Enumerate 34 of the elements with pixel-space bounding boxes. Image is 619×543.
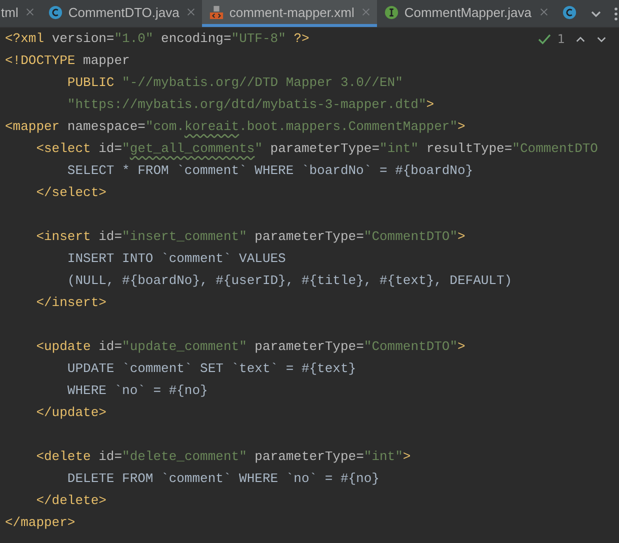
code-line: </select> xyxy=(35,185,106,200)
code-line: <!DOCTYPE mapper xyxy=(5,53,130,68)
code-line: DELETE FROM `comment` WHERE `no` = #{no} xyxy=(66,471,380,486)
code-line: SELECT * FROM `comment` WHERE `boardNo` = #{boardNo} xyxy=(66,163,474,178)
code-line: "https://mybatis.org/dtd/mybatis-3-mapper.dtd"> xyxy=(66,97,434,112)
code-line: <select id="get_all_comments" parameterType="int" resultType="CommentDTO xyxy=(35,141,598,156)
code-line: <?xml version="1.0" encoding="UTF-8" ?> xyxy=(5,31,310,46)
file-tab[interactable]: tml xyxy=(0,0,42,27)
class-icon xyxy=(48,4,64,20)
class-icon xyxy=(562,4,577,20)
code-line: </delete> xyxy=(35,493,106,508)
xml-file-icon xyxy=(209,4,224,20)
file-tab[interactable]: comment-mapper.xml xyxy=(202,0,378,27)
code-line: <mapper namespace="com.koreait.boot.mappers.CommentMapper"> xyxy=(5,119,466,134)
close-icon[interactable] xyxy=(187,8,196,16)
code-line: (NULL, #{boardNo}, #{userID}, #{title}, #{text}, DEFAULT) xyxy=(66,273,512,288)
file-tab[interactable]: CommentDTO.java xyxy=(41,0,202,27)
inspection-count: 1 xyxy=(557,32,565,46)
interface-icon xyxy=(384,4,400,20)
code-line: WHERE `no` = #{no} xyxy=(66,383,208,398)
code-line: INSERT INTO `comment` VALUES xyxy=(66,251,286,266)
code-line: <insert id="insert_comment" parameterType="CommentDTO"> xyxy=(35,229,466,244)
check-icon[interactable] xyxy=(538,34,552,44)
code-line: </insert> xyxy=(35,295,106,310)
code-line: PUBLIC "-//mybatis.org//DTD Mapper 3.0//EN" xyxy=(66,75,403,90)
code-line: UPDATE `comment` SET `text` = #{text} xyxy=(66,361,356,376)
file-tab[interactable]: CommentMapper.java xyxy=(377,0,555,27)
code-line: <update id="update_comment" parameterType="CommentDTO"> xyxy=(35,339,466,354)
close-icon[interactable] xyxy=(540,8,548,16)
more-icon[interactable] xyxy=(614,6,618,20)
code-line: </mapper> xyxy=(5,515,76,530)
code-line: </update> xyxy=(35,405,106,420)
code-line: <delete id="delete_comment" parameterType="int"> xyxy=(35,449,411,464)
close-icon[interactable] xyxy=(26,8,34,16)
